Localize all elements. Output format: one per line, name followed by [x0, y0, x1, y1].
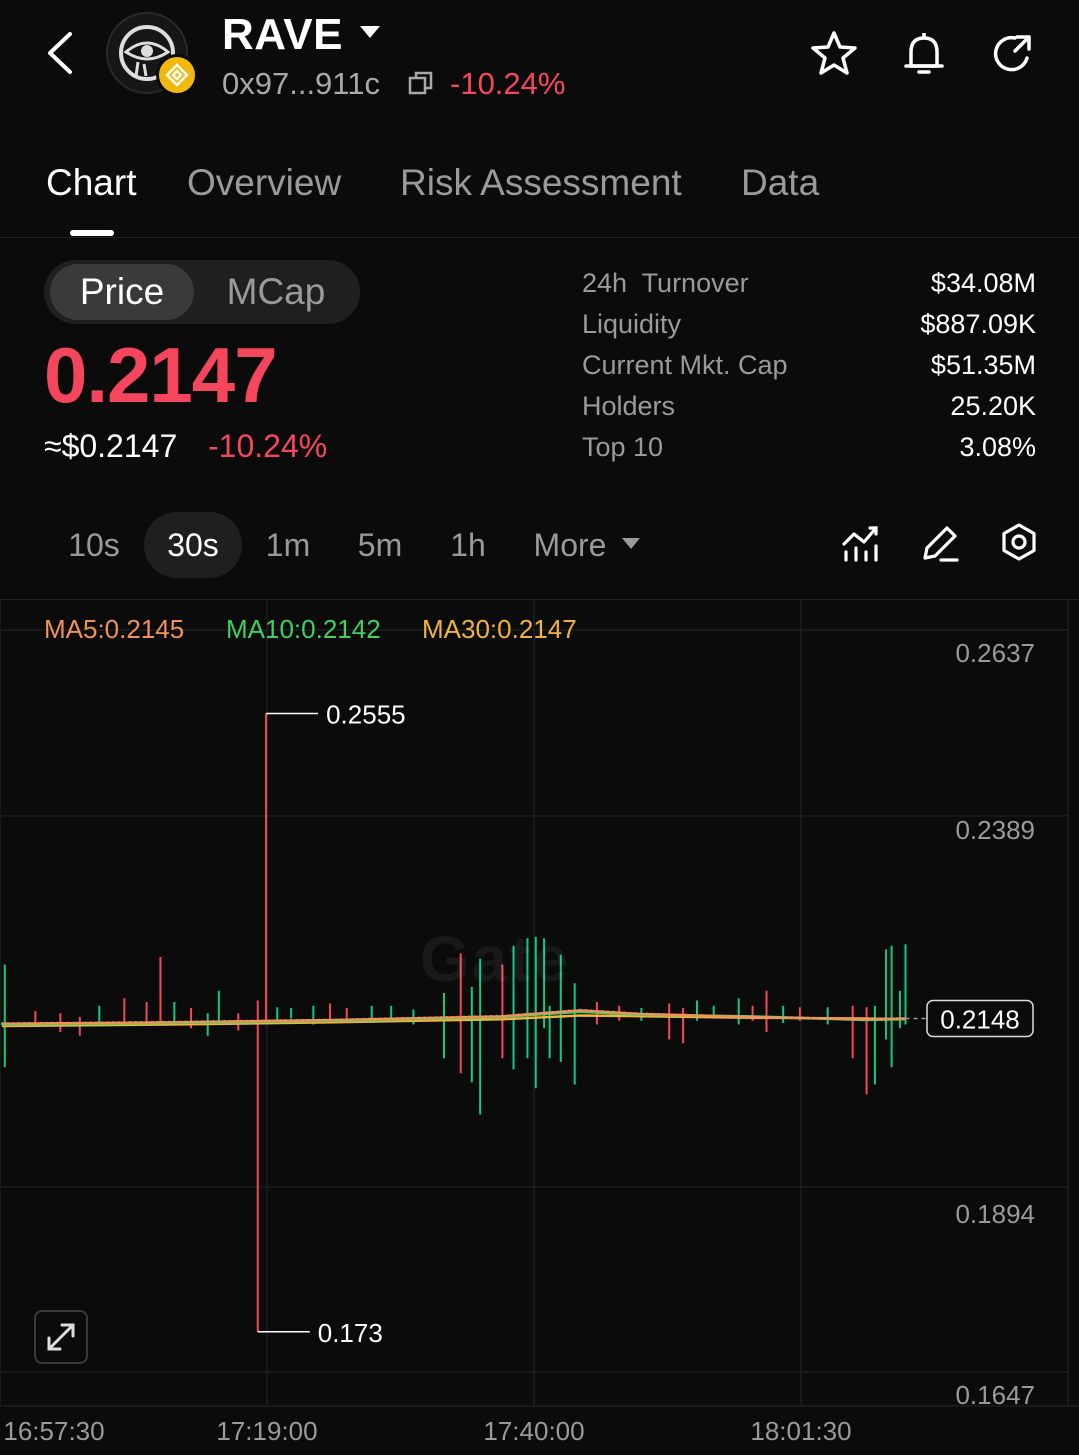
tab-risk-assessment[interactable]: Risk Assessment [400, 162, 682, 204]
y-tick-label: 0.2637 [955, 638, 1035, 668]
stat-row: Liquidity $887.09K [582, 309, 1036, 350]
ma5-legend: MA5:0.2145 [44, 614, 185, 644]
watermark-logo: Gate [420, 923, 571, 995]
interval-1m[interactable]: 1m [254, 512, 322, 578]
toggle-mcap[interactable]: MCap [204, 264, 348, 320]
stat-label: Holders [582, 391, 676, 421]
copy-icon[interactable] [408, 70, 434, 96]
contract-address: 0x97...911c [222, 66, 380, 101]
x-tick-label: 18:01:30 [750, 1416, 851, 1446]
stat-label: 24h Turnover [582, 268, 749, 298]
interval-10s[interactable]: 10s [56, 512, 132, 578]
tab-data[interactable]: Data [741, 162, 819, 204]
y-tick-label: 0.2389 [955, 815, 1035, 845]
stat-value: $51.35M [930, 350, 1036, 380]
last-price-label: 0.2148 [940, 1005, 1020, 1035]
price-chart[interactable]: 0.2555 0.173 0.2637 0.2389 0.1894 0.1647 16:57… [0, 599, 1079, 1455]
interval-more[interactable]: More [522, 512, 618, 578]
fullscreen-expand-icon[interactable] [34, 1310, 88, 1364]
ma10-legend: MA10:0.2142 [226, 614, 381, 644]
current-price: 0.2147 [44, 331, 278, 419]
tab-chart[interactable]: Chart [46, 162, 136, 204]
tab-overview[interactable]: Overview [187, 162, 341, 204]
toggle-price[interactable]: Price [50, 264, 194, 320]
token-dropdown-icon[interactable] [360, 26, 380, 38]
stat-row: Holders 25.20K [582, 391, 1036, 432]
share-refresh-icon[interactable] [987, 28, 1039, 80]
stat-row: Current Mkt. Cap $51.35M [582, 350, 1036, 391]
y-tick-label: 0.1894 [955, 1199, 1035, 1229]
ma5-line [1, 1009, 906, 1025]
settings-gear-icon[interactable] [996, 520, 1042, 566]
x-tick-label: 16:57:30 [3, 1416, 104, 1446]
active-tab-indicator [70, 230, 114, 236]
more-caret-icon[interactable] [622, 538, 640, 549]
stat-value: $887.09K [920, 309, 1036, 339]
price-change: -10.24% [208, 428, 328, 464]
ma30-legend: MA30:0.2147 [422, 614, 577, 644]
x-tick-label: 17:40:00 [483, 1416, 584, 1446]
usd-price: ≈$0.2147 [44, 428, 178, 464]
top-header: RAVE 0x97...911c -10.24% [0, 0, 1079, 120]
stat-value: 3.08% [959, 432, 1036, 462]
high-marker-label: 0.2555 [326, 699, 406, 729]
bell-icon[interactable] [898, 28, 950, 80]
header-change: -10.24% [450, 66, 566, 101]
stat-row: Top 10 3.08% [582, 432, 1036, 473]
stat-value: 25.20K [950, 391, 1036, 421]
stat-label: Current Mkt. Cap [582, 350, 788, 380]
y-tick-label: 0.1647 [955, 1380, 1035, 1410]
x-tick-label: 17:19:00 [216, 1416, 317, 1446]
back-arrow-icon[interactable] [40, 28, 80, 78]
stat-label: Liquidity [582, 309, 682, 339]
price-mcap-toggle: Price MCap [44, 260, 360, 324]
stat-label: Top 10 [582, 432, 664, 462]
low-marker-label: 0.173 [318, 1318, 383, 1348]
interval-5m[interactable]: 5m [342, 512, 418, 578]
stat-value: $34.08M [930, 268, 1036, 298]
indicator-icon[interactable] [838, 520, 884, 566]
bnb-chain-icon [156, 54, 198, 96]
candlestick-chart[interactable]: 0.2555 0.173 0.2637 0.2389 0.1894 0.1647 16:57… [0, 600, 1079, 1455]
star-icon[interactable] [808, 28, 860, 80]
token-name[interactable]: RAVE [222, 10, 343, 60]
token-stats: 24h Turnover $34.08M Liquidity $887.09K … [582, 268, 1036, 473]
draw-pencil-icon[interactable] [917, 520, 963, 566]
interval-1h[interactable]: 1h [436, 512, 500, 578]
stat-row: 24h Turnover $34.08M [582, 268, 1036, 309]
interval-30s[interactable]: 30s [144, 512, 242, 578]
main-tabs: Chart Overview Risk Assessment Data [0, 150, 1079, 238]
